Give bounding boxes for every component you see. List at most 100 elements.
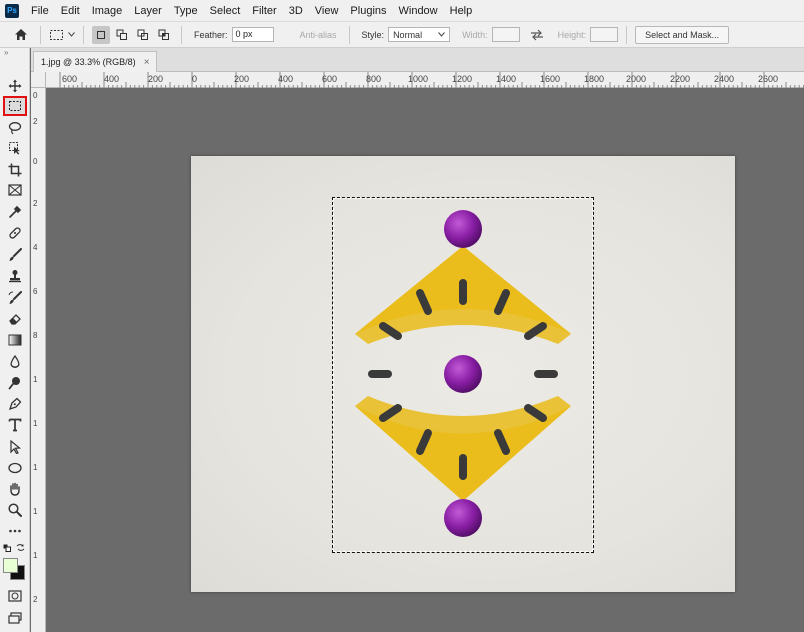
menu-3d[interactable]: 3D xyxy=(283,0,309,22)
feather-label: Feather: xyxy=(194,29,228,40)
gradient-icon xyxy=(8,334,22,346)
ruler-label: 1 xyxy=(33,463,38,472)
feather-input[interactable]: 0 px xyxy=(231,27,274,42)
ruler-label: 400 xyxy=(104,74,120,84)
path-selection-tool[interactable] xyxy=(3,437,27,457)
ellipse-icon xyxy=(8,462,22,474)
ruler-label: 200 xyxy=(234,74,250,84)
ruler-label: 1 xyxy=(33,551,38,560)
menu-view[interactable]: View xyxy=(309,0,345,22)
quick-mask-button[interactable] xyxy=(3,586,27,606)
select-and-mask-button[interactable]: Select and Mask... xyxy=(635,25,730,44)
ruler-label: 200 xyxy=(148,74,164,84)
ellipse-tool[interactable] xyxy=(3,458,27,478)
type-icon xyxy=(8,418,22,432)
width-input[interactable] xyxy=(491,27,520,42)
default-colors-icon[interactable] xyxy=(3,544,11,552)
blur-tool[interactable] xyxy=(3,352,27,372)
type-tool[interactable] xyxy=(3,415,27,435)
menu-type[interactable]: Type xyxy=(168,0,204,22)
menu-image[interactable]: Image xyxy=(86,0,129,22)
dodge-tool[interactable] xyxy=(3,373,27,393)
menu-window[interactable]: Window xyxy=(393,0,444,22)
crop-tool[interactable] xyxy=(3,160,27,180)
history-brush-tool[interactable] xyxy=(3,288,27,308)
ruler-label: 1 xyxy=(33,507,38,516)
horizontal-ruler[interactable]: 600 400 200 0 200 400 600 800 1000 1200 … xyxy=(46,72,804,88)
clone-stamp-tool[interactable] xyxy=(3,266,27,286)
home-icon xyxy=(15,29,27,40)
foreground-color-swatch[interactable] xyxy=(3,558,18,573)
separator xyxy=(83,25,84,44)
anti-alias-label: Anti-alias xyxy=(299,29,337,40)
eraser-tool[interactable] xyxy=(3,309,27,329)
close-icon[interactable]: × xyxy=(144,57,150,68)
subtract-selection-icon xyxy=(137,29,148,40)
move-icon xyxy=(8,79,22,93)
menu-plugins[interactable]: Plugins xyxy=(344,0,392,22)
pen-icon xyxy=(8,397,22,411)
document-tab[interactable]: 1.jpg @ 33.3% (RGB/8) × xyxy=(33,51,157,72)
healing-brush-tool[interactable] xyxy=(3,223,27,243)
eyedropper-tool[interactable] xyxy=(3,202,27,222)
ruler-corner[interactable] xyxy=(31,72,46,88)
ruler-label: 2400 xyxy=(714,74,735,84)
gradient-tool[interactable] xyxy=(3,330,27,350)
chevron-down-icon xyxy=(68,32,75,37)
swap-icon[interactable] xyxy=(530,29,544,41)
toolbox: » xyxy=(0,48,30,632)
ruler-label: 600 xyxy=(322,74,338,84)
eyedropper-icon xyxy=(9,205,22,218)
menu-filter[interactable]: Filter xyxy=(246,0,282,22)
stamp-icon xyxy=(9,270,21,283)
zoom-tool[interactable] xyxy=(3,500,27,520)
hand-tool[interactable] xyxy=(3,479,27,499)
home-button[interactable] xyxy=(10,25,32,45)
intersect-selection-icon xyxy=(158,29,169,40)
frame-tool[interactable] xyxy=(3,180,27,200)
marquee-selection[interactable] xyxy=(332,197,594,553)
add-to-selection-button[interactable] xyxy=(113,26,131,44)
height-input[interactable] xyxy=(590,27,619,42)
menu-bar: Ps File Edit Image Layer Type Select Fil… xyxy=(0,0,804,22)
swap-colors-icon[interactable] xyxy=(16,543,25,552)
object-selection-icon xyxy=(9,142,20,155)
rectangular-marquee-tool[interactable] xyxy=(3,96,27,116)
menu-file[interactable]: File xyxy=(25,0,55,22)
ruler-label: 1400 xyxy=(496,74,517,84)
marquee-preset-icon xyxy=(50,29,63,40)
separator xyxy=(348,25,350,44)
move-tool[interactable] xyxy=(3,76,27,96)
eraser-icon xyxy=(9,314,21,325)
brush-tool[interactable] xyxy=(3,245,27,265)
vertical-ruler[interactable]: 0 2 0 2 4 6 8 1 1 1 1 1 2 xyxy=(31,88,46,632)
menu-select[interactable]: Select xyxy=(204,0,247,22)
ruler-label: 1600 xyxy=(540,74,561,84)
ruler-label: 0 xyxy=(33,91,38,100)
ruler-label: 0 xyxy=(192,74,198,84)
toolbox-collapse-grip[interactable]: » xyxy=(0,48,29,58)
ruler-label: 1 xyxy=(33,419,38,428)
subtract-from-selection-button[interactable] xyxy=(134,26,152,44)
document-tab-title: 1.jpg @ 33.3% (RGB/8) xyxy=(41,57,136,67)
lasso-tool[interactable] xyxy=(3,118,27,138)
dodge-icon xyxy=(8,377,20,390)
drop-icon xyxy=(10,355,20,368)
style-select[interactable]: Normal xyxy=(388,27,451,42)
menu-help[interactable]: Help xyxy=(444,0,479,22)
ruler-label: 2 xyxy=(33,199,38,208)
new-selection-button[interactable] xyxy=(92,25,110,44)
separator xyxy=(40,25,41,44)
menu-layer[interactable]: Layer xyxy=(128,0,168,22)
menu-edit[interactable]: Edit xyxy=(55,0,86,22)
intersect-selection-button[interactable] xyxy=(155,26,173,44)
rectangular-marquee-icon xyxy=(9,101,21,111)
width-label: Width: xyxy=(462,29,488,40)
options-bar: Feather: 0 px Anti-alias Style: Normal W… xyxy=(0,22,804,48)
screen-mode-button[interactable] xyxy=(3,608,27,628)
more-tools[interactable] xyxy=(3,521,27,541)
photoshop-window: Ps File Edit Image Layer Type Select Fil… xyxy=(0,0,804,632)
pen-tool[interactable] xyxy=(3,394,27,414)
object-selection-tool[interactable] xyxy=(3,138,27,158)
tool-preset-picker[interactable] xyxy=(49,28,75,42)
